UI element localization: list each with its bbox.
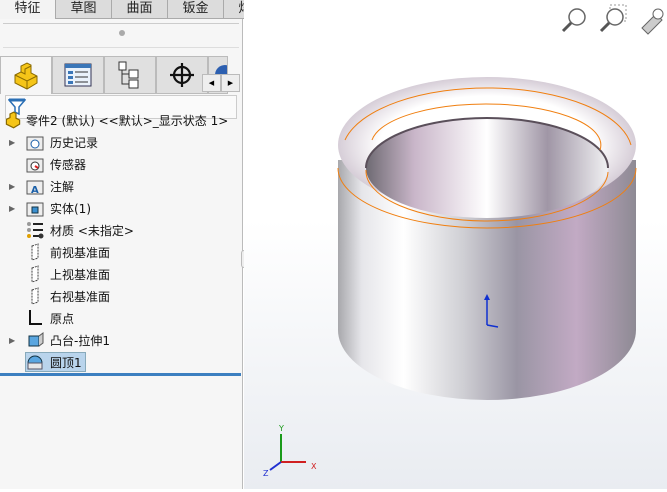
expand-arrow-icon[interactable]: ▶ — [9, 138, 15, 147]
part-icon — [14, 61, 38, 90]
plane-icon — [31, 243, 39, 261]
solid-body-folder-icon — [26, 202, 44, 217]
svg-text:A: A — [31, 185, 39, 195]
tree-item[interactable]: 上视基准面 — [0, 263, 241, 285]
origin-icon — [29, 310, 42, 325]
tree-item-label: 凸台-拉伸1 — [50, 333, 110, 348]
tab-surfaces[interactable]: 曲面 — [112, 0, 168, 19]
zoom-to-fit-icon[interactable] — [561, 8, 586, 33]
model-viewport: Y X Z — [263, 4, 664, 478]
expand-arrow-icon[interactable]: ▶ — [9, 336, 15, 345]
tree-item-label: 注解 — [50, 179, 75, 194]
feature-manager-tab[interactable] — [0, 56, 52, 94]
expand-arrow-icon[interactable]: ▶ — [9, 204, 15, 213]
plane-icon — [31, 287, 39, 305]
sensor-folder-icon — [26, 158, 44, 173]
tree-item[interactable]: 右视基准面 — [0, 285, 241, 307]
panel-tabs: ◀ ▶ — [0, 56, 242, 94]
scroll-left-button[interactable]: ◀ — [202, 74, 221, 92]
tree-item-label: 材质 <未指定> — [50, 223, 134, 238]
cylinder-body[interactable] — [337, 77, 637, 400]
part-icon — [5, 111, 21, 129]
graphics-area[interactable]: Y X Z — [244, 0, 667, 489]
tab-scroll: ◀ ▶ — [202, 74, 240, 92]
extrude-icon — [28, 332, 44, 347]
property-manager-tab[interactable] — [52, 56, 104, 94]
part-name: 零件2 (默认) <<默认>_显示状态 1> — [26, 113, 229, 128]
dimxpert-tab[interactable] — [156, 56, 208, 94]
triad-x-label: X — [311, 462, 317, 471]
rollback-bar[interactable] — [0, 373, 241, 376]
command-tabs: 特征 草图 曲面 钣金 焊件 — [0, 0, 280, 19]
property-list-icon — [64, 63, 92, 87]
scroll-right-button[interactable]: ▶ — [221, 74, 240, 92]
tree-item[interactable]: ▶ 实体(1) — [0, 197, 241, 219]
panel-grip[interactable] — [3, 23, 239, 48]
tree-item[interactable]: 圆顶1 — [0, 351, 241, 373]
tree-item-label: 传感器 — [50, 157, 87, 172]
tree-item-label: 上视基准面 — [50, 267, 111, 282]
history-folder-icon — [26, 136, 44, 151]
dome-icon — [27, 355, 43, 370]
tree-item[interactable]: 原点 — [0, 307, 241, 329]
tree-item-label: 圆顶1 — [50, 355, 82, 370]
tree-item-label: 前视基准面 — [50, 245, 111, 260]
annotation-folder-icon: A — [26, 180, 44, 195]
tree-item[interactable]: ▶ 凸台-拉伸1 — [0, 329, 241, 351]
crosshair-icon — [170, 63, 194, 87]
tab-sketch[interactable]: 草图 — [56, 0, 112, 19]
tree-item[interactable]: ▶ 历史记录 — [0, 131, 241, 153]
tree-item-label: 实体(1) — [50, 201, 91, 216]
tree-item-label: 原点 — [50, 311, 75, 326]
tab-features[interactable]: 特征 — [0, 0, 56, 19]
expand-arrow-icon[interactable]: ▶ — [9, 182, 15, 191]
tree-item[interactable]: 传感器 — [0, 153, 241, 175]
previous-view-icon[interactable] — [641, 8, 664, 35]
tree-item-label: 历史记录 — [50, 135, 99, 150]
tab-sheet-metal[interactable]: 钣金 — [168, 0, 224, 19]
view-triad: Y X Z — [263, 424, 317, 478]
tree-item[interactable]: ▶ A 注解 — [0, 175, 241, 197]
configuration-tree-icon — [118, 61, 139, 89]
triad-z-label: Z — [263, 469, 269, 478]
tree-item[interactable]: 材质 <未指定> — [0, 219, 241, 241]
plane-icon — [31, 265, 39, 283]
configuration-manager-tab[interactable] — [104, 56, 156, 94]
tree-item-label: 右视基准面 — [50, 289, 111, 304]
zoom-to-area-icon[interactable] — [599, 4, 627, 33]
tree-item[interactable]: 前视基准面 — [0, 241, 241, 263]
triad-y-label: Y — [278, 424, 284, 433]
material-icon — [27, 222, 44, 239]
